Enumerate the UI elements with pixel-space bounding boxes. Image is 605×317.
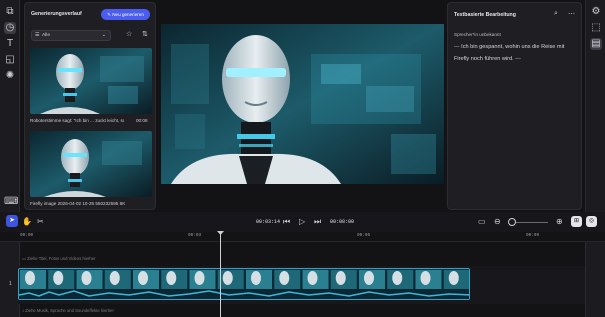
ruler-tick-0: 00:00: [20, 233, 34, 238]
captions-icon[interactable]: ▤: [590, 38, 602, 50]
step-back-icon[interactable]: ⏮: [283, 216, 290, 228]
step-forward-icon[interactable]: ⏭: [314, 216, 321, 228]
clip-frame-robot: [81, 271, 92, 285]
app-root: ⧉ ◷ T ◱ ✺ ⌨ Generierungsverlauf ✎ Neu ge…: [0, 0, 605, 317]
generation-history-panel: Generierungsverlauf ✎ Neu generieren ☰ A…: [24, 2, 156, 210]
history-thumbnail-1[interactable]: [30, 48, 152, 114]
hand-tool-icon[interactable]: ✋: [22, 216, 32, 228]
search-icon[interactable]: ⌕: [554, 10, 558, 18]
clip-frame-robot: [194, 271, 205, 285]
history-caption-1: Roboterstimme sagt: "Ich bin ... zuckt l…: [30, 118, 124, 123]
keyboard-icon[interactable]: ⌨: [4, 196, 18, 208]
history-icon[interactable]: ◷: [4, 22, 16, 34]
clip-frame-robot: [25, 271, 35, 285]
text-tool-icon[interactable]: T: [4, 38, 16, 50]
playhead[interactable]: [220, 232, 221, 317]
video-drop-hint: ▭ Ziehe Titel, Fotos und Videos hierher: [22, 256, 95, 261]
clip-frame-robot: [222, 271, 233, 285]
sort-icon[interactable]: ⇅: [142, 30, 148, 38]
transform-icon[interactable]: ⬚: [590, 22, 602, 34]
current-time: 00:03:14: [256, 219, 281, 225]
clip-frame-robot: [448, 271, 459, 285]
clip-frame-robot: [138, 271, 148, 285]
left-tool-rail: ⧉ ◷ T ◱ ✺ ⌨: [0, 0, 20, 317]
list-icon: ☰: [35, 32, 40, 38]
clip-frame-robot: [109, 271, 120, 285]
clip-frame-robot: [335, 271, 346, 285]
clip-frame-robot: [307, 271, 318, 285]
effects-icon[interactable]: ◱: [4, 54, 16, 66]
adjust-sliders-icon[interactable]: ⚙: [590, 6, 602, 18]
split-tool-icon[interactable]: ✂: [37, 216, 44, 228]
track-number: 1: [9, 281, 12, 287]
clip-frame-robot: [364, 271, 374, 285]
play-icon[interactable]: ▷: [299, 216, 305, 228]
zoom-in-icon[interactable]: ⊕: [556, 216, 563, 228]
ruler-tick-2: 00:06: [357, 233, 371, 238]
speaker-label: Sprecher*in unbekannt: [454, 32, 501, 37]
more-options-icon[interactable]: ⋯: [568, 10, 575, 18]
audio-wave-button[interactable]: ◎: [586, 216, 597, 227]
text-editing-panel: Textbasierte Bearbeitung ⌕ ⋯ Sprecher*in…: [447, 2, 582, 210]
media-library-icon[interactable]: ⧉: [4, 6, 16, 18]
clip-filmstrip: [19, 269, 469, 299]
new-generate-button[interactable]: ✎ Neu generieren: [101, 9, 150, 20]
select-tool-button[interactable]: ➤: [6, 215, 18, 227]
new-generate-label: Neu generieren: [112, 12, 144, 17]
chevron-down-icon: ⌄: [101, 32, 106, 38]
timeline-clip[interactable]: [18, 268, 470, 300]
playback-toolbar: ➤ ✋ ✂ 00:03:14 ⏮ ▷ ⏭ 00:08:00 ▭ ⊖ ⊕ ⊞ ◎: [0, 212, 605, 232]
history-duration-1: 00:08: [136, 118, 148, 123]
clip-frame-robot: [392, 271, 403, 285]
clip-frame-robot: [53, 271, 64, 285]
clip-frame-robot: [420, 271, 431, 285]
fit-timeline-button[interactable]: ⊞: [571, 216, 582, 227]
zoom-slider-handle[interactable]: [508, 218, 516, 226]
history-thumbnail-2[interactable]: [30, 131, 152, 197]
history-caption-2: Firefly image 2026-04-02 10-25 550232595…: [30, 201, 126, 206]
text-panel-title: Textbasierte Bearbeitung: [454, 12, 516, 18]
video-drop-hint-text: Ziehe Titel, Fotos und Videos hierher: [27, 256, 96, 261]
history-title: Generierungsverlauf: [31, 11, 82, 17]
clip-frame-robot: [166, 271, 177, 285]
captions-toggle-icon[interactable]: ▭: [478, 216, 486, 228]
ruler-tick-1: 00:03: [188, 233, 202, 238]
video-preview[interactable]: [161, 24, 444, 184]
audio-drop-hint-text: Ziehe Musik, Sprache und Soundeffekte hi…: [25, 308, 114, 313]
transcript-text[interactable]: --- Ich bin gespannt, wohin uns die Reis…: [454, 41, 578, 65]
color-icon[interactable]: ✺: [4, 70, 16, 82]
zoom-out-icon[interactable]: ⊖: [494, 216, 501, 228]
filter-value: Alle: [42, 33, 50, 38]
clip-frame-robot: [251, 271, 261, 285]
favorite-star-icon[interactable]: ☆: [126, 30, 132, 38]
audio-drop-hint: ♪ Ziehe Musik, Sprache und Soundeffekte …: [22, 308, 114, 313]
timeline-ruler[interactable]: 00:00 00:03 00:06 00:09: [0, 232, 605, 242]
ruler-tick-3: 00:09: [526, 233, 540, 238]
total-time: 00:08:00: [330, 219, 355, 225]
filter-dropdown[interactable]: ☰ Alle ⌄: [31, 30, 111, 41]
clip-frame-robot: [279, 271, 290, 285]
right-tool-rail: ⚙ ⬚ ▤: [585, 0, 605, 317]
